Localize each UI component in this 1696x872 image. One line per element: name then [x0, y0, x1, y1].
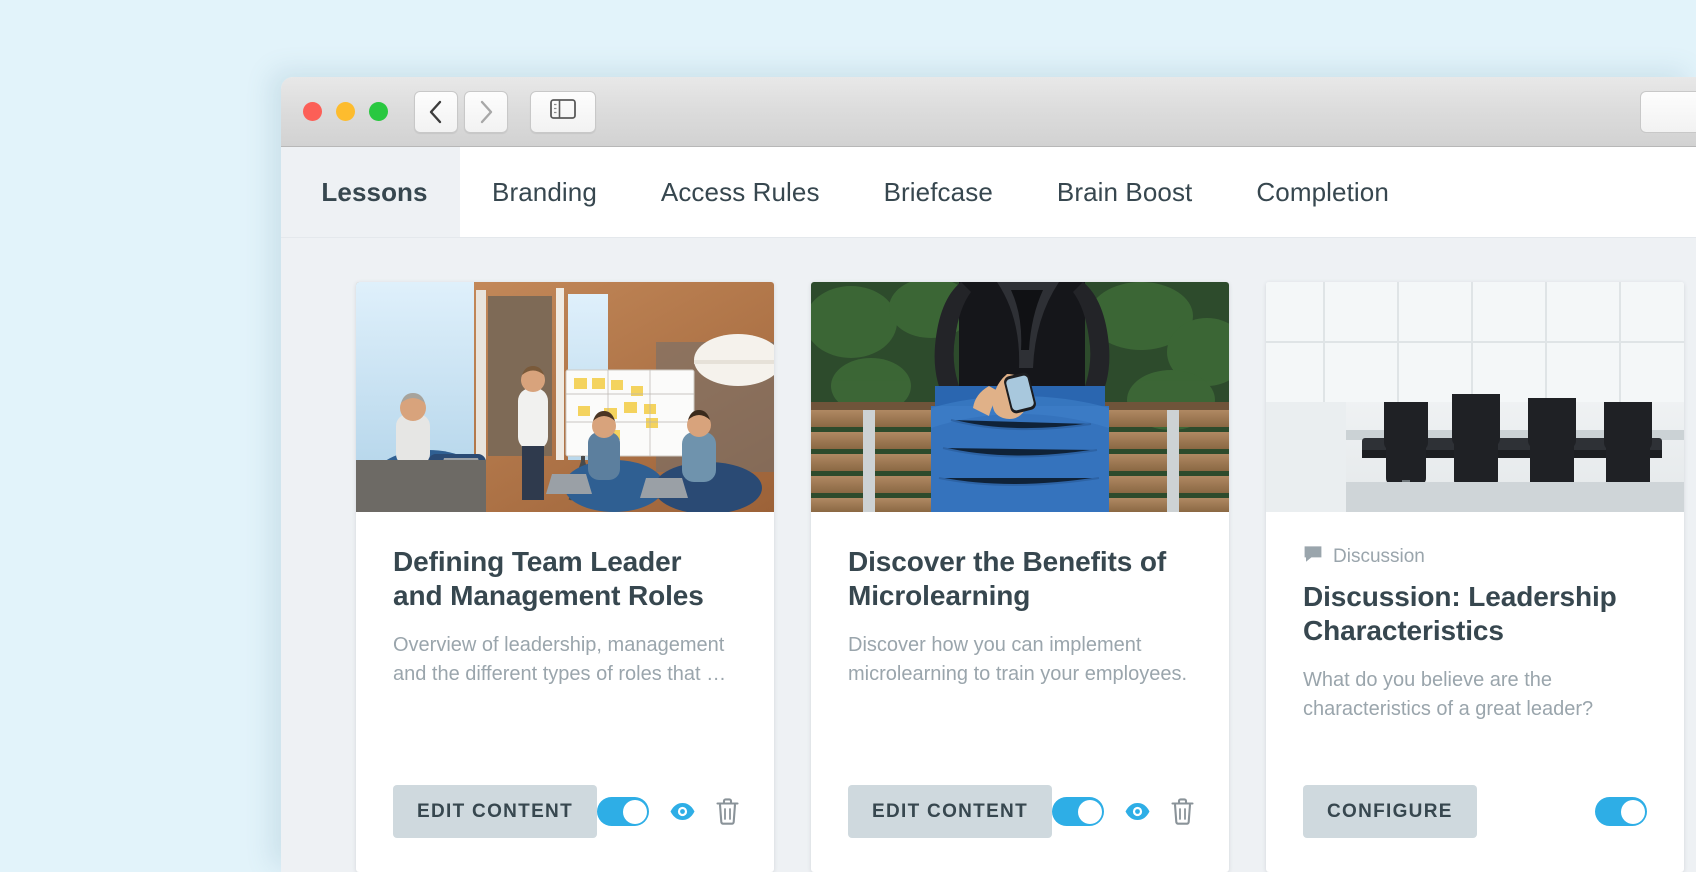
- lesson-card-body: Discussion Discussion: Leadership Charac…: [1266, 512, 1684, 757]
- tab-completion[interactable]: Completion: [1224, 147, 1421, 238]
- lesson-description: What do you believe are the characterist…: [1303, 668, 1594, 720]
- edit-content-button[interactable]: EDIT CONTENT: [848, 785, 1052, 838]
- preview-eye-icon[interactable]: [669, 802, 696, 821]
- lesson-card-footer: EDIT CONTENT: [811, 757, 1229, 872]
- minimize-window-button[interactable]: [336, 102, 355, 121]
- screenshot-stage: Lessons Branding Access Rules Briefcase …: [0, 0, 1696, 872]
- toggle-knob: [1077, 799, 1102, 824]
- tab-label: Brain Boost: [1056, 177, 1193, 207]
- delete-trash-icon[interactable]: [1171, 798, 1194, 825]
- tab-label: Completion: [1256, 177, 1389, 207]
- lesson-title: Defining Team Leader and Management Role…: [393, 546, 704, 612]
- sidebar-icon: [550, 99, 576, 124]
- lesson-description: Overview of leadership, management and t…: [393, 633, 727, 685]
- publish-toggle[interactable]: [1595, 797, 1647, 826]
- lesson-card-actions: [1052, 797, 1194, 826]
- toolbar-overflow-button[interactable]: [1640, 91, 1696, 133]
- preview-eye-icon[interactable]: [1124, 802, 1151, 821]
- close-window-button[interactable]: [303, 102, 322, 121]
- lesson-title: Discussion: Leadership Characteristics: [1303, 581, 1617, 647]
- lesson-card-grid: Defining Team Leader and Management Role…: [281, 238, 1696, 872]
- lesson-card[interactable]: Defining Team Leader and Management Role…: [356, 282, 774, 872]
- lesson-card-body: Discover the Benefits of Microlearning D…: [811, 512, 1229, 757]
- lesson-description: Discover how you can implement microlear…: [848, 633, 1188, 685]
- forward-button[interactable]: [464, 90, 508, 133]
- delete-trash-icon[interactable]: [716, 798, 739, 825]
- configure-button[interactable]: CONFIGURE: [1303, 785, 1477, 838]
- lesson-type-label: Discussion: [1333, 545, 1425, 567]
- traffic-lights: [303, 102, 388, 121]
- tab-label: Lessons: [321, 177, 428, 207]
- lesson-thumbnail-person-phone: [811, 282, 1229, 512]
- tab-label: Branding: [492, 177, 597, 207]
- chevron-right-icon: [477, 99, 495, 125]
- lesson-card[interactable]: Discover the Benefits of Microlearning D…: [811, 282, 1229, 872]
- lesson-thumbnail-boardroom: [1266, 282, 1684, 512]
- browser-window: Lessons Branding Access Rules Briefcase …: [281, 77, 1696, 872]
- lesson-card-footer: CONFIGURE: [1266, 757, 1684, 872]
- window-titlebar: [281, 77, 1696, 147]
- tab-label: Access Rules: [660, 177, 820, 207]
- discussion-bubble-icon: [1303, 545, 1323, 568]
- lesson-card-body: Defining Team Leader and Management Role…: [356, 512, 774, 757]
- toggle-knob: [622, 799, 647, 824]
- tab-label: Briefcase: [883, 177, 993, 207]
- tab-branding[interactable]: Branding: [460, 147, 629, 238]
- lesson-title: Discover the Benefits of Microlearning: [848, 546, 1167, 612]
- chevron-left-icon: [427, 99, 445, 125]
- maximize-window-button[interactable]: [369, 102, 388, 121]
- lesson-type-badge: Discussion: [1303, 545, 1647, 568]
- tab-access-rules[interactable]: Access Rules: [628, 147, 852, 238]
- tab-lessons[interactable]: Lessons: [281, 147, 460, 238]
- lesson-card-actions: [597, 797, 739, 826]
- tab-briefcase[interactable]: Briefcase: [851, 147, 1025, 238]
- edit-content-button[interactable]: EDIT CONTENT: [393, 785, 597, 838]
- tab-bar: Lessons Branding Access Rules Briefcase …: [281, 147, 1696, 238]
- lesson-card-actions: [1595, 797, 1647, 826]
- tab-brain-boost[interactable]: Brain Boost: [1024, 147, 1225, 238]
- toggle-sidebar-button[interactable]: [530, 90, 596, 133]
- lesson-card-footer: EDIT CONTENT: [356, 757, 774, 872]
- publish-toggle[interactable]: [597, 797, 649, 826]
- navigation-buttons: [414, 90, 508, 133]
- back-button[interactable]: [414, 90, 458, 133]
- lesson-card[interactable]: Discussion Discussion: Leadership Charac…: [1266, 282, 1684, 872]
- lesson-thumbnail-team-meeting: [356, 282, 774, 512]
- publish-toggle[interactable]: [1052, 797, 1104, 826]
- toggle-knob: [1620, 799, 1645, 824]
